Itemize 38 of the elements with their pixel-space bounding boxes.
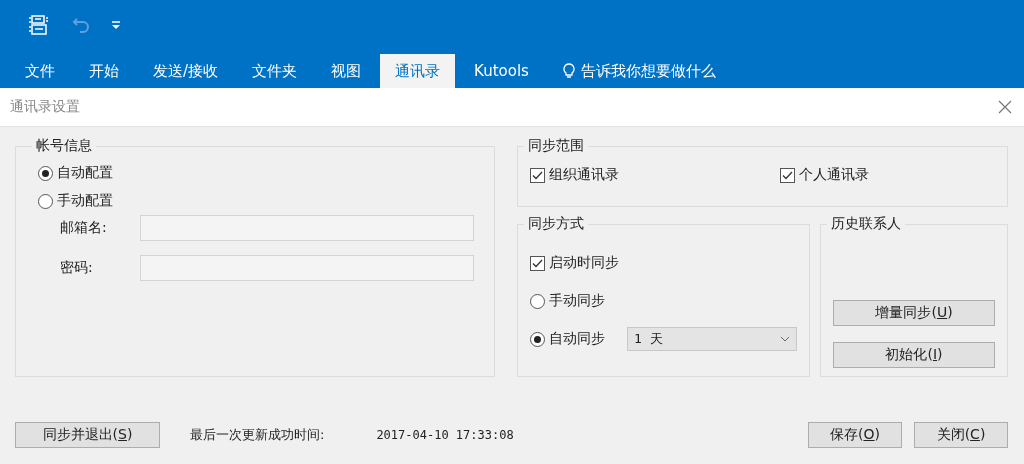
radio-button[interactable]: 手动同步 [530, 287, 605, 315]
group-title: 同步范围 [527, 137, 585, 155]
ribbon-tab[interactable]: 开始 [74, 54, 134, 88]
undo-icon[interactable] [72, 17, 90, 33]
dialog-title: 通讯录设置 [10, 98, 80, 116]
tell-me-search[interactable]: 告诉我你想要做什么 [547, 54, 731, 88]
dialog-button[interactable]: 保存(O) [808, 422, 902, 448]
interval-dropdown[interactable]: 1 天 [627, 327, 797, 351]
ribbon-tab[interactable]: 文件夹 [237, 54, 313, 88]
group-title: 帐号信息 [35, 137, 93, 155]
group-title: 同步方式 [527, 215, 585, 233]
input-field[interactable] [140, 215, 474, 241]
checkbox[interactable]: 个人通讯录 [780, 161, 869, 189]
ribbon-tab[interactable]: Kutools [459, 54, 544, 88]
sync-exit-button[interactable]: 同步并退出(S) [15, 422, 160, 448]
dialog-button[interactable]: 关闭(C) [914, 422, 1008, 448]
ribbon-tab[interactable]: 文件 [10, 54, 70, 88]
input-field[interactable] [140, 255, 474, 281]
group-title: 历史联系人 [830, 215, 902, 233]
ribbon-tab[interactable]: 视图 [316, 54, 377, 88]
checkbox[interactable]: 启动时同步 [530, 249, 797, 277]
chevron-down-icon [780, 336, 790, 342]
ribbon-tab[interactable]: 发送/接收 [138, 54, 234, 88]
dialog-button[interactable]: 增量同步(U) [833, 300, 995, 326]
lightbulb-icon [562, 63, 575, 79]
last-update-label: 最后一次更新成功时间: [190, 426, 325, 444]
close-icon[interactable] [998, 100, 1012, 114]
field-label: 密码: [60, 259, 94, 277]
radio-button[interactable]: 自动同步 [530, 325, 605, 353]
customize-dropdown-icon[interactable] [112, 20, 120, 30]
radio-button[interactable]: 手动配置 [38, 187, 482, 215]
radio-button[interactable]: 自动配置 [38, 159, 482, 187]
checkbox[interactable]: 组织通讯录 [530, 161, 780, 189]
ribbon-tab[interactable]: 通讯录 [380, 54, 456, 88]
dialog-button[interactable]: 初始化(I) [833, 342, 995, 368]
last-update-time: 2017-04-10 17:33:08 [376, 428, 514, 442]
field-label: 邮箱名: [60, 219, 108, 237]
address-book-icon[interactable] [28, 14, 50, 36]
